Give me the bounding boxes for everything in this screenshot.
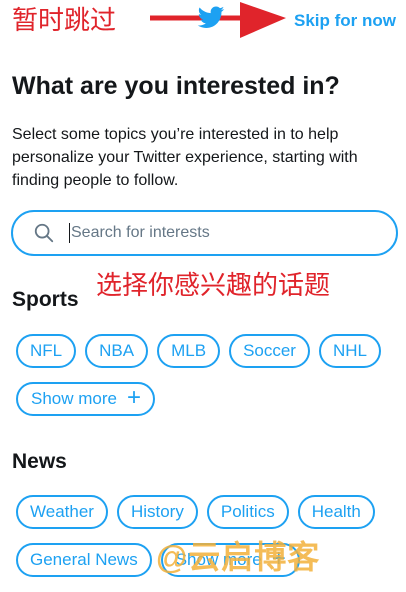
topic-chip-health[interactable]: Health — [297, 495, 375, 529]
text-cursor — [69, 223, 70, 243]
topic-chip-mlb[interactable]: MLB — [157, 334, 221, 368]
sports-more-row: Show more + — [16, 382, 155, 416]
sports-chip-row: NFL NBA MLB Soccer NHL — [16, 334, 381, 368]
search-input[interactable] — [71, 224, 371, 242]
topic-chip-weather[interactable]: Weather — [16, 495, 108, 529]
watermark-text: @云启博客 — [156, 539, 321, 575]
topic-chip-history[interactable]: History — [116, 495, 198, 529]
topic-chip-nba[interactable]: NBA — [85, 334, 149, 368]
annotation-skip-text: 暂时跳过 — [12, 6, 117, 36]
skip-for-now-button[interactable]: Skip for now — [294, 11, 396, 31]
topic-chip-politics[interactable]: Politics — [206, 495, 289, 529]
page-title: What are you interested in? — [12, 72, 340, 100]
search-icon — [34, 223, 54, 243]
show-more-label: Show more — [31, 389, 117, 408]
twitter-bird-icon — [197, 6, 225, 28]
page-description: Select some topics you’re interested in … — [12, 126, 358, 189]
show-more-sports-button[interactable]: Show more + — [16, 382, 155, 416]
annotation-choose-topics-text: 选择你感兴趣的话题 — [96, 271, 331, 301]
topic-chip-nhl[interactable]: NHL — [318, 334, 381, 368]
section-title-news: News — [12, 450, 67, 473]
section-title-sports: Sports — [12, 288, 79, 311]
plus-icon: + — [126, 384, 141, 411]
topic-chip-soccer[interactable]: Soccer — [229, 334, 310, 368]
news-chip-row: Weather History Politics Health — [16, 495, 375, 529]
search-bar[interactable] — [11, 210, 398, 256]
topic-chip-nfl[interactable]: NFL — [16, 334, 77, 368]
topic-chip-general-news[interactable]: General News — [16, 543, 152, 577]
